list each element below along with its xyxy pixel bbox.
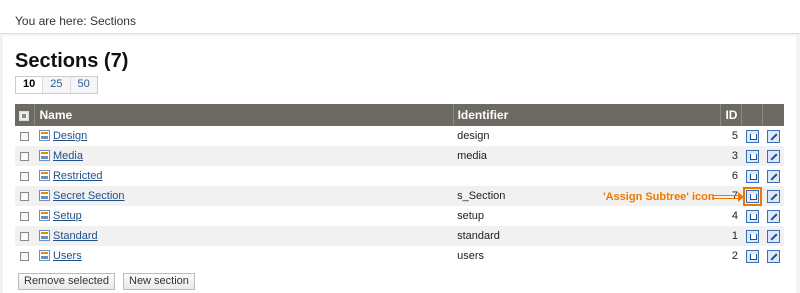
assign-subtree-icon[interactable] xyxy=(745,209,759,223)
table-row: Standard standard 1 xyxy=(15,226,784,246)
section-id: 5 xyxy=(720,126,742,146)
page-title: Sections (7) xyxy=(15,50,129,72)
assign-subtree-annotation: 'Assign Subtree' icon xyxy=(603,191,715,203)
row-checkbox[interactable] xyxy=(20,171,30,181)
section-icon xyxy=(38,190,50,201)
section-name-link[interactable]: Standard xyxy=(53,230,98,242)
edit-icon[interactable] xyxy=(766,229,780,243)
section-id: 6 xyxy=(720,166,742,186)
header-identifier[interactable]: Identifier xyxy=(453,104,722,126)
window: You are here: Sections Sections (7) 10 2… xyxy=(0,0,800,293)
annotation-arrow-icon xyxy=(712,192,744,202)
row-checkbox[interactable] xyxy=(20,251,30,261)
header-action-1 xyxy=(741,104,764,126)
remove-selected-button[interactable]: Remove selected xyxy=(18,273,115,290)
section-name-link[interactable]: Setup xyxy=(53,210,82,222)
assign-subtree-icon[interactable] xyxy=(745,249,759,263)
pager-option-50[interactable]: 50 xyxy=(71,77,97,93)
section-id: 3 xyxy=(720,146,742,166)
assign-subtree-icon[interactable] xyxy=(742,186,762,206)
action-buttons: Remove selected New section xyxy=(18,273,195,290)
section-identifier: media xyxy=(453,146,721,166)
assign-subtree-icon[interactable] xyxy=(745,149,759,163)
table-row: Setup setup 4 xyxy=(15,206,784,226)
header-action-2 xyxy=(762,104,784,126)
section-name-link[interactable]: Media xyxy=(53,150,83,162)
sections-table: Name Identifier ID Design design 5 Media… xyxy=(15,104,784,266)
row-checkbox[interactable] xyxy=(20,131,30,141)
section-icon xyxy=(38,250,50,261)
section-id: 2 xyxy=(720,246,742,266)
edit-icon[interactable] xyxy=(766,169,780,183)
section-id: 4 xyxy=(720,206,742,226)
edit-icon[interactable] xyxy=(766,249,780,263)
toggle-selection-icon[interactable] xyxy=(19,110,29,121)
section-identifier: users xyxy=(453,246,721,266)
section-identifier: standard xyxy=(453,226,721,246)
pager-option-10[interactable]: 10 xyxy=(16,77,44,93)
section-identifier xyxy=(453,166,721,186)
header-id[interactable]: ID xyxy=(720,104,743,126)
section-name-link[interactable]: Restricted xyxy=(53,170,103,182)
section-icon xyxy=(38,130,50,141)
new-section-button[interactable]: New section xyxy=(123,273,195,290)
edit-icon[interactable] xyxy=(766,129,780,143)
breadcrumb: You are here: Sections xyxy=(15,14,136,28)
section-name-link[interactable]: Secret Section xyxy=(53,190,125,202)
breadcrumb-bar: You are here: Sections xyxy=(0,0,800,34)
row-checkbox[interactable] xyxy=(20,151,30,161)
row-checkbox[interactable] xyxy=(20,231,30,241)
section-icon xyxy=(38,150,50,161)
section-identifier: setup xyxy=(453,206,721,226)
table-row: Users users 2 xyxy=(15,246,784,266)
header-name[interactable]: Name xyxy=(34,104,454,126)
row-checkbox[interactable] xyxy=(20,191,30,201)
assign-subtree-icon[interactable] xyxy=(745,229,759,243)
table-row: Restricted 6 xyxy=(15,166,784,186)
section-icon xyxy=(38,210,50,221)
edit-icon[interactable] xyxy=(766,189,780,203)
edit-icon[interactable] xyxy=(766,209,780,223)
main-content: Sections (7) 10 25 50 Name Identifier ID xyxy=(3,36,796,293)
pager-option-25[interactable]: 25 xyxy=(43,77,71,93)
section-icon xyxy=(38,170,50,181)
assign-subtree-icon[interactable] xyxy=(745,169,759,183)
items-per-page-selector: 10 25 50 xyxy=(15,76,98,94)
table-row: Media media 3 xyxy=(15,146,784,166)
section-id: 1 xyxy=(720,226,742,246)
table-header-row: Name Identifier ID xyxy=(15,104,784,126)
table-row: Design design 5 xyxy=(15,126,784,146)
header-toggle-cell xyxy=(15,104,36,126)
row-checkbox[interactable] xyxy=(20,211,30,221)
assign-subtree-icon[interactable] xyxy=(745,129,759,143)
section-icon xyxy=(38,230,50,241)
edit-icon[interactable] xyxy=(766,149,780,163)
section-name-link[interactable]: Design xyxy=(53,130,87,142)
section-name-link[interactable]: Users xyxy=(53,250,82,262)
section-identifier: design xyxy=(453,126,721,146)
